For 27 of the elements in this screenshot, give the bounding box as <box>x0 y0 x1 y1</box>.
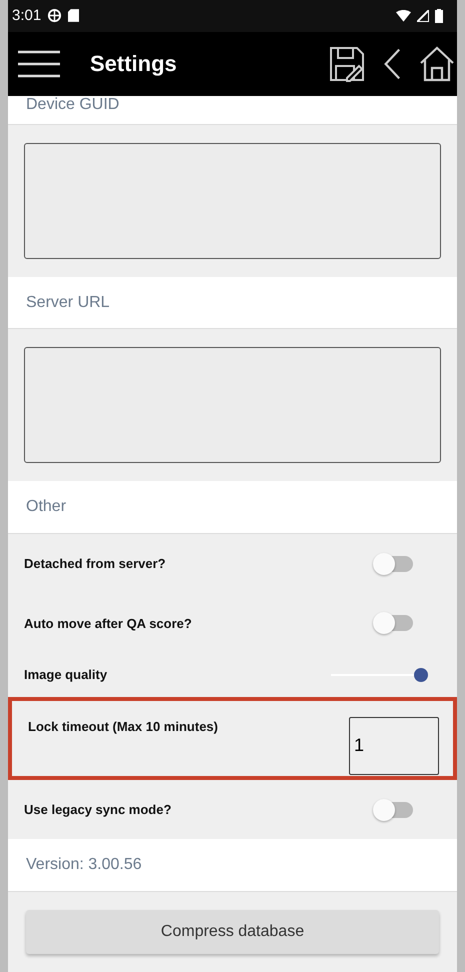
menu-icon[interactable] <box>18 48 60 79</box>
version-text: Version: 3.00.56 <box>26 856 142 874</box>
toggle-switch[interactable] <box>373 552 413 575</box>
setting-label: Use legacy sync mode? <box>24 802 172 818</box>
text-area[interactable] <box>24 347 441 464</box>
gear-icon <box>47 8 62 24</box>
section-header: Server URL <box>26 294 110 312</box>
wifi-icon <box>396 10 411 22</box>
battery-icon <box>435 8 443 23</box>
compress-database-button[interactable]: Compress database <box>26 910 439 954</box>
clock-time: 3:01 <box>12 7 42 24</box>
signal-icon <box>417 10 429 22</box>
slider-thumb[interactable] <box>414 668 428 682</box>
text-area[interactable] <box>24 142 441 259</box>
toggle-switch[interactable] <box>373 612 413 634</box>
home-icon[interactable] <box>419 46 455 82</box>
section-header: Device GUID <box>26 96 120 114</box>
setting-label: Image quality <box>24 667 108 682</box>
back-icon[interactable] <box>383 46 401 81</box>
setting-label: Lock timeout (Max 10 minutes) <box>28 718 218 734</box>
setting-label: Auto move after QA score? <box>24 616 192 631</box>
screen-title: Settings <box>90 50 177 77</box>
setting-label: Detached from server? <box>24 556 166 572</box>
section-header: Other <box>26 498 66 516</box>
number-field[interactable]: 1 <box>349 716 439 774</box>
sd-card-icon <box>68 9 80 22</box>
toggle-switch[interactable] <box>373 798 413 821</box>
